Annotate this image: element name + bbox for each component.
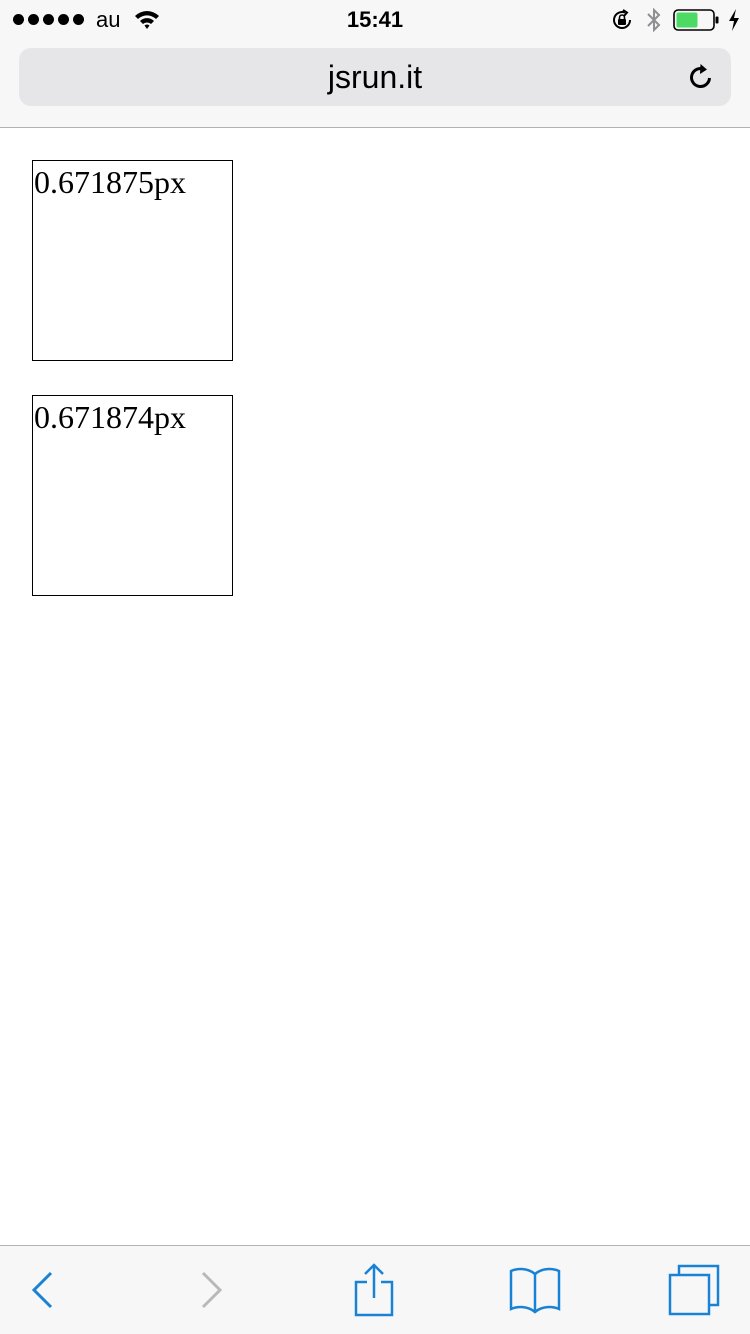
- browser-header: au 15:41 jsrun.it: [0, 0, 750, 128]
- back-button[interactable]: [18, 1246, 68, 1334]
- charging-icon: [729, 9, 739, 31]
- bluetooth-icon: [647, 7, 661, 33]
- box-label: 0.671874px: [34, 399, 186, 435]
- url-text[interactable]: jsrun.it: [19, 48, 731, 106]
- bookmarks-icon: [509, 1267, 561, 1314]
- address-bar[interactable]: jsrun.it: [19, 48, 731, 106]
- tabs-icon: [668, 1264, 720, 1316]
- safari-screen: au 15:41 jsrun.it 0.671875px 0.671874px: [0, 0, 750, 1334]
- forward-icon: [201, 1271, 223, 1309]
- tabs-button[interactable]: [664, 1246, 724, 1334]
- battery-icon: [673, 9, 719, 31]
- status-bar: au 15:41: [0, 0, 750, 40]
- reload-icon[interactable]: [685, 61, 717, 93]
- rotation-lock-icon: [613, 9, 631, 29]
- share-button[interactable]: [346, 1246, 402, 1334]
- browser-toolbar: [0, 1245, 750, 1334]
- forward-button[interactable]: [186, 1246, 236, 1334]
- border-box: 0.671874px: [32, 395, 233, 596]
- web-content: 0.671875px 0.671874px: [0, 128, 750, 1245]
- share-icon: [354, 1263, 394, 1317]
- status-time: 15:41: [346, 7, 404, 32]
- border-box: 0.671875px: [32, 160, 233, 361]
- bookmarks-button[interactable]: [505, 1246, 565, 1334]
- back-icon: [31, 1271, 53, 1309]
- box-label: 0.671875px: [34, 164, 186, 200]
